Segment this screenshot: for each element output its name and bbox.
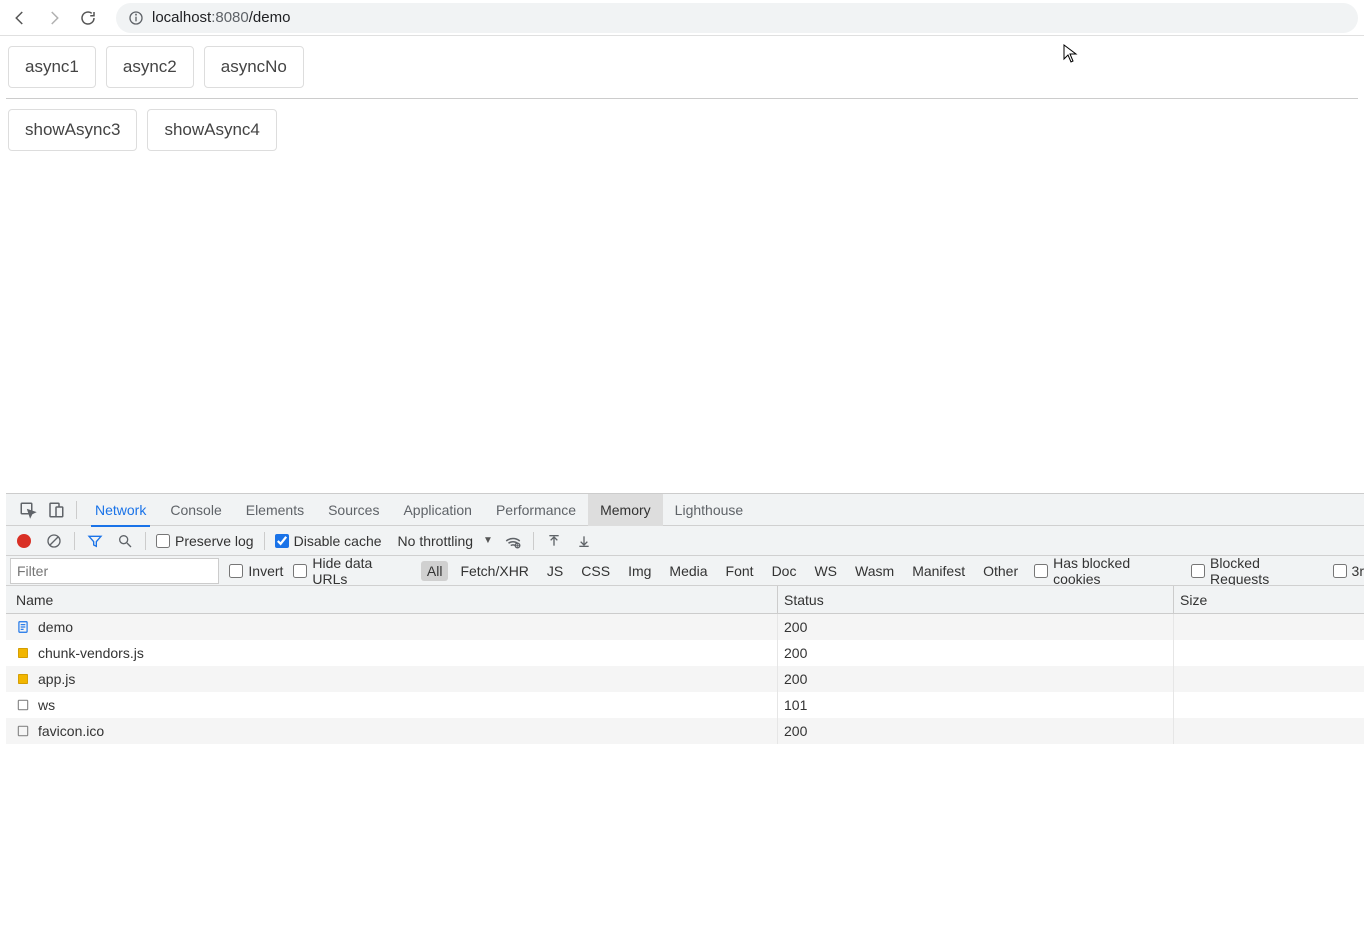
tab-console[interactable]: Console	[158, 494, 233, 526]
request-name: app.js	[38, 671, 75, 687]
invert-checkbox[interactable]: Invert	[229, 563, 283, 579]
request-status: 200	[778, 718, 1174, 744]
col-name-header[interactable]: Name	[6, 586, 778, 613]
asyncno-button[interactable]: asyncNo	[204, 46, 304, 88]
record-button[interactable]	[14, 531, 34, 551]
devtools-tabbar: NetworkConsoleElementsSourcesApplication…	[6, 494, 1364, 526]
request-status: 200	[778, 640, 1174, 666]
filter-input[interactable]	[10, 558, 219, 584]
request-name: chunk-vendors.js	[38, 645, 144, 661]
filter-type-manifest[interactable]: Manifest	[906, 561, 971, 581]
request-size	[1174, 692, 1364, 718]
col-size-header[interactable]: Size	[1174, 586, 1364, 613]
request-name: favicon.ico	[38, 723, 104, 739]
import-har-icon[interactable]	[544, 531, 564, 551]
filter-type-font[interactable]: Font	[720, 561, 760, 581]
filter-type-other[interactable]: Other	[977, 561, 1024, 581]
network-filter-row: Invert Hide data URLs AllFetch/XHR JS CSS I…	[6, 556, 1364, 586]
ws-file-icon	[16, 724, 30, 738]
request-row[interactable]: chunk-vendors.js 200	[6, 640, 1364, 666]
filter-type-wasm[interactable]: Wasm	[849, 561, 900, 581]
filter-type-css[interactable]: CSS	[575, 561, 616, 581]
request-size	[1174, 640, 1364, 666]
back-button[interactable]	[6, 4, 34, 32]
filter-type-media[interactable]: Media	[663, 561, 713, 581]
doc-file-icon	[16, 620, 30, 634]
network-toolbar: Preserve log Disable cache No throttling…	[6, 526, 1364, 556]
tab-network[interactable]: Network	[83, 494, 158, 526]
search-icon[interactable]	[115, 531, 135, 551]
tab-memory[interactable]: Memory	[588, 494, 663, 526]
async1-button[interactable]: async1	[8, 46, 96, 88]
reload-button[interactable]	[74, 4, 102, 32]
page-content: async1async2asyncNo showAsync3showAsync4	[0, 36, 1364, 161]
third-party-checkbox[interactable]: 3r	[1333, 563, 1364, 579]
request-name: demo	[38, 619, 73, 635]
throttling-select[interactable]: No throttling ▼	[392, 531, 493, 551]
filter-type-all[interactable]: All	[421, 561, 449, 581]
request-size	[1174, 666, 1364, 692]
browser-toolbar: localhost:8080/demo	[0, 0, 1364, 36]
tab-lighthouse[interactable]: Lighthouse	[663, 494, 756, 526]
preserve-log-checkbox[interactable]: Preserve log	[156, 533, 254, 549]
export-har-icon[interactable]	[574, 531, 594, 551]
request-row[interactable]: favicon.ico 200	[6, 718, 1364, 744]
request-size	[1174, 614, 1364, 640]
blocked-requests-checkbox[interactable]: Blocked Requests	[1191, 556, 1322, 586]
js-file-icon	[16, 646, 30, 660]
js-file-icon	[16, 672, 30, 686]
request-grid: Name Status Size demo200chunk-vendors.js…	[6, 586, 1364, 930]
clear-button[interactable]	[44, 531, 64, 551]
tab-performance[interactable]: Performance	[484, 494, 588, 526]
request-row[interactable]: app.js 200	[6, 666, 1364, 692]
filter-toggle-icon[interactable]	[85, 531, 105, 551]
url-bar[interactable]: localhost:8080/demo	[116, 3, 1358, 33]
showasync3-button[interactable]: showAsync3	[8, 109, 137, 151]
filter-type-doc[interactable]: Doc	[766, 561, 803, 581]
request-name: ws	[38, 697, 55, 713]
col-status-header[interactable]: Status	[778, 586, 1174, 613]
site-info-icon[interactable]	[128, 10, 144, 26]
filter-type-img[interactable]: Img	[622, 561, 657, 581]
showasync4-button[interactable]: showAsync4	[147, 109, 276, 151]
filter-type-fetch-xhr[interactable]: Fetch/XHR	[454, 561, 534, 581]
device-toolbar-icon[interactable]	[42, 496, 70, 524]
request-status: 101	[778, 692, 1174, 718]
request-row[interactable]: demo 200	[6, 614, 1364, 640]
tab-sources[interactable]: Sources	[316, 494, 391, 526]
inspect-element-icon[interactable]	[14, 496, 42, 524]
request-row[interactable]: ws 101	[6, 692, 1364, 718]
disable-cache-checkbox[interactable]: Disable cache	[275, 533, 382, 549]
hide-data-urls-checkbox[interactable]: Hide data URLs	[293, 556, 410, 586]
network-conditions-icon[interactable]	[503, 531, 523, 551]
forward-button[interactable]	[40, 4, 68, 32]
tab-application[interactable]: Application	[391, 494, 484, 526]
chevron-down-icon: ▼	[483, 535, 493, 546]
grid-header: Name Status Size	[6, 586, 1364, 614]
filter-type-ws[interactable]: WS	[808, 561, 843, 581]
divider	[6, 98, 1358, 99]
ws-file-icon	[16, 698, 30, 712]
request-status: 200	[778, 666, 1174, 692]
url-text: localhost:8080/demo	[152, 9, 290, 26]
filter-type-js[interactable]: JS	[541, 561, 569, 581]
tab-elements[interactable]: Elements	[234, 494, 316, 526]
devtools-panel: NetworkConsoleElementsSourcesApplication…	[6, 493, 1364, 930]
has-blocked-cookies-checkbox[interactable]: Has blocked cookies	[1034, 556, 1181, 586]
request-status: 200	[778, 614, 1174, 640]
request-size	[1174, 718, 1364, 744]
async2-button[interactable]: async2	[106, 46, 194, 88]
